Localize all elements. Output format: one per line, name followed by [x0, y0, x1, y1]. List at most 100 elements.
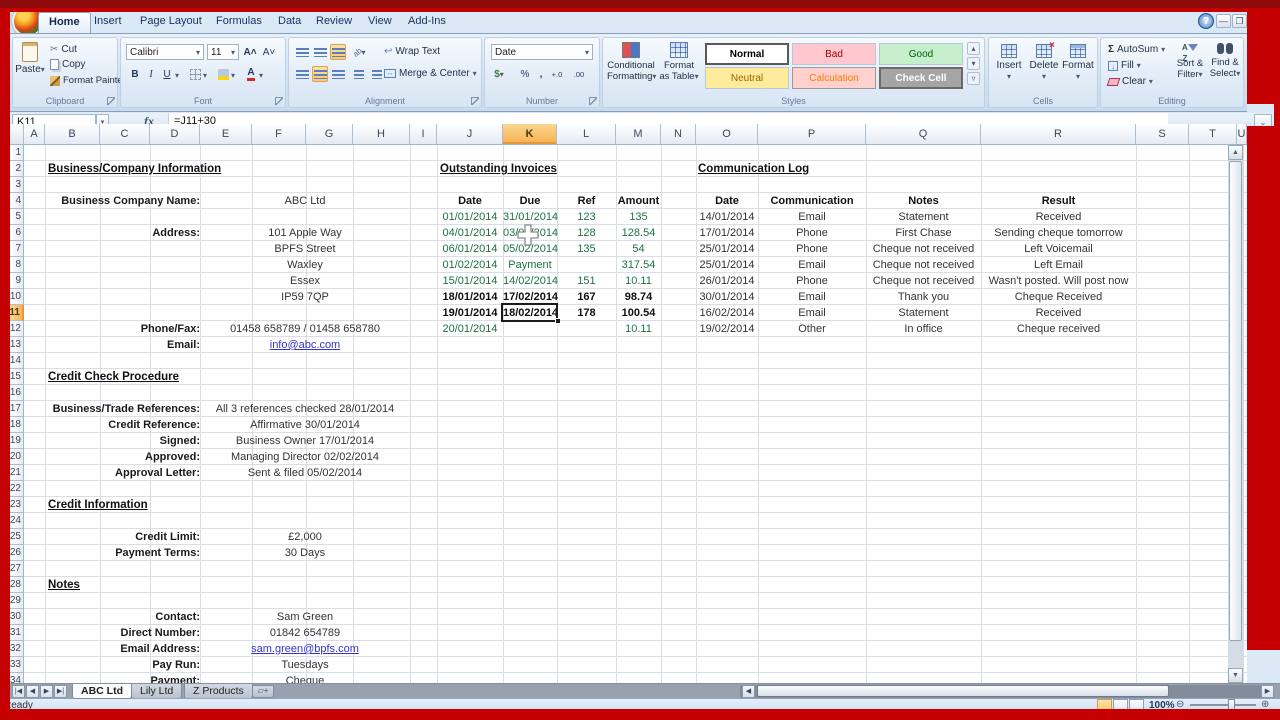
comm-type[interactable]: Email — [758, 257, 866, 273]
font-family-select[interactable]: Calibri▾ — [126, 44, 204, 60]
merge-center-button[interactable]: ↔Merge & Center▾ — [381, 67, 480, 80]
style-neutral[interactable]: Neutral — [705, 67, 789, 89]
comm-result[interactable]: Wasn't posted. Will post now — [981, 273, 1136, 289]
row-header-11[interactable]: 11 — [10, 305, 24, 321]
cell-notes-value-2[interactable]: sam.green@bpfs.com — [200, 641, 410, 657]
styles-scroll-down-icon[interactable]: ▾ — [967, 57, 980, 70]
section-title-business-info[interactable]: Business/Company Information — [48, 161, 221, 177]
column-header-G[interactable]: G — [306, 124, 353, 144]
comm-type[interactable]: Email — [758, 209, 866, 225]
invoice-amount[interactable]: 98.74 — [616, 289, 661, 305]
borders-dropdown[interactable]: ▾ — [203, 71, 207, 80]
cell-address-line-3[interactable]: Waxley — [200, 257, 410, 273]
cell-credit-check-value-3[interactable]: Managing Director 02/02/2014 — [200, 449, 410, 465]
tab-add-ins[interactable]: Add-Ins — [398, 12, 456, 33]
cell-address-line-2[interactable]: BPFS Street — [200, 241, 410, 257]
cell-notes-label-1[interactable]: Direct Number: — [45, 625, 200, 641]
invoice-date[interactable]: 18/01/2014 — [437, 289, 503, 305]
increase-decimal-icon[interactable]: +.0 — [549, 66, 565, 82]
comm-result[interactable]: Left Email — [981, 257, 1136, 273]
row-header-25[interactable]: 25 — [10, 529, 24, 545]
prev-sheet-icon[interactable]: ◀ — [26, 685, 39, 698]
fill-button[interactable]: ↓Fill▾ — [1105, 59, 1144, 72]
invoice-due[interactable]: 31/01/2014 — [503, 209, 557, 225]
cell-address-line-5[interactable]: IP59 7QP — [200, 289, 410, 305]
row-header-23[interactable]: 23 — [10, 497, 24, 513]
comm-date[interactable]: 14/01/2014 — [696, 209, 758, 225]
column-header-P[interactable]: P — [758, 124, 866, 144]
comm-date[interactable]: 25/01/2014 — [696, 241, 758, 257]
row-header-34[interactable]: 34 — [10, 673, 24, 683]
cell-credit-check-label-2[interactable]: Signed: — [45, 433, 200, 449]
row-header-26[interactable]: 26 — [10, 545, 24, 561]
row-header-24[interactable]: 24 — [10, 513, 24, 529]
cell-notes-label-4[interactable]: Payment: — [45, 673, 200, 683]
cell-notes-label-2[interactable]: Email Address: — [45, 641, 200, 657]
orientation-icon[interactable]: ab▾ — [351, 44, 367, 60]
minimize-button[interactable]: — — [1216, 14, 1231, 28]
cell-credit-check-label-4[interactable]: Approval Letter: — [45, 465, 200, 481]
align-top-icon[interactable] — [294, 44, 310, 60]
comm-notes[interactable]: Thank you — [866, 289, 981, 305]
horizontal-scrollbar-thumb[interactable] — [757, 685, 1169, 697]
comm-notes[interactable]: Cheque not received — [866, 273, 981, 289]
invoice-ref[interactable] — [557, 321, 616, 337]
align-bottom-icon[interactable] — [330, 44, 346, 60]
cell-notes-label-0[interactable]: Contact: — [45, 609, 200, 625]
column-header-N[interactable]: N — [661, 124, 696, 144]
invoice-ref[interactable]: 123 — [557, 209, 616, 225]
comm-notes[interactable]: Statement — [866, 305, 981, 321]
invoice-header-due[interactable]: Due — [503, 193, 557, 209]
tab-data[interactable]: Data — [268, 12, 311, 33]
comm-result[interactable]: Received — [981, 305, 1136, 321]
alignment-dialog-launcher[interactable] — [471, 97, 479, 105]
row-header-33[interactable]: 33 — [10, 657, 24, 673]
comm-date[interactable]: 25/01/2014 — [696, 257, 758, 273]
accounting-format-icon[interactable]: $▾ — [491, 66, 507, 82]
row-header-7[interactable]: 7 — [10, 241, 24, 257]
decrease-decimal-icon[interactable]: .00 — [571, 66, 587, 82]
column-header-A[interactable]: A — [24, 124, 45, 144]
clipboard-dialog-launcher[interactable] — [107, 97, 115, 105]
row-header-32[interactable]: 32 — [10, 641, 24, 657]
comm-notes[interactable]: In office — [866, 321, 981, 337]
cell-address-line-4[interactable]: Essex — [200, 273, 410, 289]
column-header-O[interactable]: O — [696, 124, 758, 144]
underline-button[interactable]: U — [159, 66, 175, 82]
copy-button[interactable]: Copy — [47, 58, 88, 71]
comm-date[interactable]: 26/01/2014 — [696, 273, 758, 289]
format-cells-button[interactable]: Format▾ — [1061, 44, 1095, 82]
cell-notes-label-3[interactable]: Pay Run: — [45, 657, 200, 673]
row-header-13[interactable]: 13 — [10, 337, 24, 353]
comm-date[interactable]: 30/01/2014 — [696, 289, 758, 305]
invoice-header-ref[interactable]: Ref — [557, 193, 616, 209]
cell-name-label[interactable]: Business Company Name: — [45, 193, 200, 209]
cell-email-link[interactable]: info@abc.com — [200, 337, 410, 353]
sheet-tab-lily-ltd[interactable]: Lily Ltd — [131, 684, 182, 699]
underline-dropdown[interactable]: ▾ — [175, 71, 179, 80]
row-header-12[interactable]: 12 — [10, 321, 24, 337]
invoice-header-amount[interactable]: Amount — [616, 193, 661, 209]
first-sheet-icon[interactable]: |◀ — [12, 685, 25, 698]
percent-icon[interactable]: % — [517, 66, 533, 82]
column-header-S[interactable]: S — [1136, 124, 1189, 144]
cell-name-value[interactable]: ABC Ltd — [200, 193, 410, 209]
section-title-credit-check[interactable]: Credit Check Procedure — [48, 369, 179, 385]
cell-credit-info-label-1[interactable]: Payment Terms: — [45, 545, 200, 561]
invoice-date[interactable]: 06/01/2014 — [437, 241, 503, 257]
invoice-amount[interactable]: 100.54 — [616, 305, 661, 321]
invoice-ref[interactable]: 128 — [557, 225, 616, 241]
insert-worksheet-icon[interactable]: ▱+ — [252, 685, 274, 698]
cell-credit-info-value-0[interactable]: £2,000 — [200, 529, 410, 545]
row-header-21[interactable]: 21 — [10, 465, 24, 481]
comm-notes[interactable]: Statement — [866, 209, 981, 225]
invoice-ref[interactable]: 178 — [557, 305, 616, 321]
comm-result[interactable]: Cheque received — [981, 321, 1136, 337]
row-header-18[interactable]: 18 — [10, 417, 24, 433]
row-header-19[interactable]: 19 — [10, 433, 24, 449]
cell-phone-label[interactable]: Phone/Fax: — [45, 321, 200, 337]
row-header-22[interactable]: 22 — [10, 481, 24, 497]
row-header-2[interactable]: 2 — [10, 161, 24, 177]
column-header-Q[interactable]: Q — [866, 124, 981, 144]
column-header-H[interactable]: H — [353, 124, 410, 144]
